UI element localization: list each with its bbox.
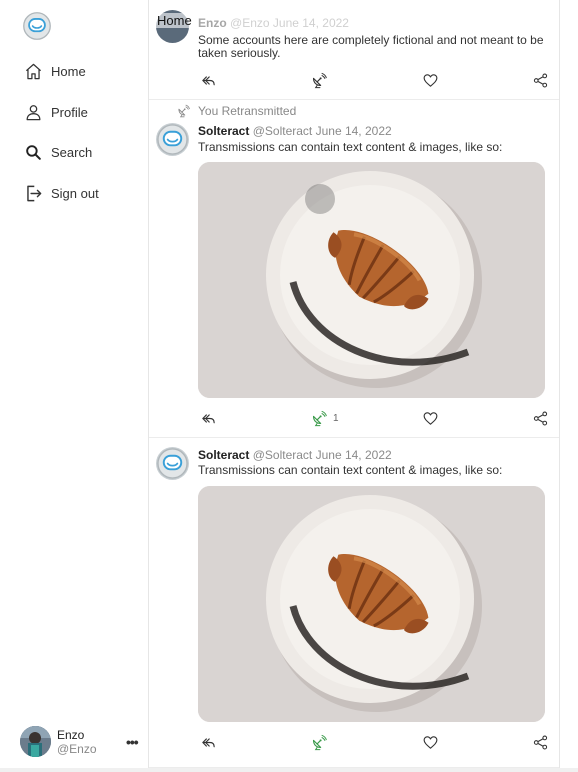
retransmitted-label: You Retransmitted xyxy=(198,104,297,118)
post-actions: 1 xyxy=(149,410,560,430)
heart-icon xyxy=(422,734,439,751)
astronaut-helmet-icon xyxy=(156,447,189,480)
heart-icon xyxy=(422,72,439,89)
post-text: Some accounts here are completely fictio… xyxy=(198,33,544,60)
transmission-post: Solteract @Solteract June 14, 2022 Trans… xyxy=(149,438,560,768)
reply-icon xyxy=(200,734,217,751)
avatar[interactable] xyxy=(156,447,189,480)
astronaut-helmet-logo[interactable] xyxy=(22,9,52,43)
reply-icon xyxy=(200,410,217,427)
satellite-dish-icon xyxy=(310,734,327,751)
current-user-card[interactable]: Enzo @Enzo ••• xyxy=(20,726,139,757)
croissant-on-plate-photo xyxy=(198,486,545,722)
user-icon xyxy=(26,105,41,121)
post-actions xyxy=(149,734,560,754)
sidebar-item-label: Home xyxy=(51,64,86,79)
post-image[interactable] xyxy=(198,162,545,398)
like-button[interactable] xyxy=(422,72,439,89)
post-date: June 14, 2022 xyxy=(272,16,349,30)
sidebar-item-label: Search xyxy=(51,145,93,160)
sidebar-item-sign-out[interactable]: Sign out xyxy=(24,184,99,203)
post-meta: Solteract @Solteract June 14, 2022 xyxy=(198,448,392,462)
astronaut-helmet-icon xyxy=(156,123,189,156)
page-title: Home xyxy=(156,13,193,28)
post-text: Transmissions can contain text content &… xyxy=(198,140,503,154)
share-icon xyxy=(532,410,549,427)
sidebar-item-search[interactable]: Search xyxy=(24,143,92,162)
retransmit-button[interactable]: 1 xyxy=(310,410,339,427)
reply-button[interactable] xyxy=(200,734,217,751)
sidebar-item-label: Sign out xyxy=(51,186,99,201)
share-icon xyxy=(532,72,549,89)
sidebar-item-label: Profile xyxy=(51,105,88,120)
avatar[interactable] xyxy=(156,123,189,156)
home-icon xyxy=(25,63,42,80)
retransmitted-indicator: You Retransmitted xyxy=(176,104,296,118)
transmission-post: Enzo @Enzo June 14, 2022 Some accounts h… xyxy=(149,0,560,100)
avatar xyxy=(20,726,51,757)
user-handle: @Enzo xyxy=(57,741,97,756)
sidebar-item-profile[interactable]: Profile xyxy=(24,103,88,122)
divider xyxy=(0,768,578,772)
search-icon xyxy=(26,145,41,160)
share-button[interactable] xyxy=(532,734,549,751)
satellite-dish-icon xyxy=(176,104,190,118)
author-handle: @Solteract xyxy=(252,448,313,462)
share-icon xyxy=(532,734,549,751)
croissant-on-plate-photo xyxy=(198,162,545,398)
like-button[interactable] xyxy=(422,734,439,751)
more-options-icon[interactable]: ••• xyxy=(126,734,139,750)
satellite-dish-icon xyxy=(310,72,327,89)
app-window: Home Profile Search Sign out Enzo @Enzo … xyxy=(0,0,578,772)
post-date: June 14, 2022 xyxy=(315,124,392,138)
sidebar-item-home[interactable]: Home xyxy=(24,62,86,81)
post-image[interactable] xyxy=(198,486,545,722)
author-name[interactable]: Solteract xyxy=(198,448,249,462)
sidebar: Home Profile Search Sign out Enzo @Enzo … xyxy=(0,0,149,772)
retransmit-button[interactable] xyxy=(310,734,333,751)
scrollbar[interactable] xyxy=(560,0,578,772)
post-text: Transmissions can contain text content &… xyxy=(198,463,503,477)
author-name[interactable]: Solteract xyxy=(198,124,249,138)
post-meta: Solteract @Solteract June 14, 2022 xyxy=(198,124,392,138)
retransmit-count: 1 xyxy=(333,413,339,424)
author-name[interactable]: Enzo xyxy=(198,16,227,30)
like-button[interactable] xyxy=(422,410,439,427)
retransmit-button[interactable] xyxy=(310,72,333,89)
reply-icon xyxy=(200,72,217,89)
share-button[interactable] xyxy=(532,410,549,427)
author-handle: @Solteract xyxy=(252,124,313,138)
reply-button[interactable] xyxy=(200,72,217,89)
sign-out-icon xyxy=(27,185,42,202)
post-actions xyxy=(149,72,560,92)
post-date: June 14, 2022 xyxy=(315,448,392,462)
user-display-name: Enzo xyxy=(57,727,85,742)
post-meta: Enzo @Enzo June 14, 2022 xyxy=(198,16,349,30)
transmission-post: You Retransmitted Solteract @Solteract J… xyxy=(149,100,560,438)
heart-icon xyxy=(422,410,439,427)
author-handle: @Enzo xyxy=(230,16,270,30)
reply-button[interactable] xyxy=(200,410,217,427)
share-button[interactable] xyxy=(532,72,549,89)
satellite-dish-icon xyxy=(310,410,327,427)
feed: Home Enzo @Enzo June 14, 2022 Some accou… xyxy=(149,0,560,772)
